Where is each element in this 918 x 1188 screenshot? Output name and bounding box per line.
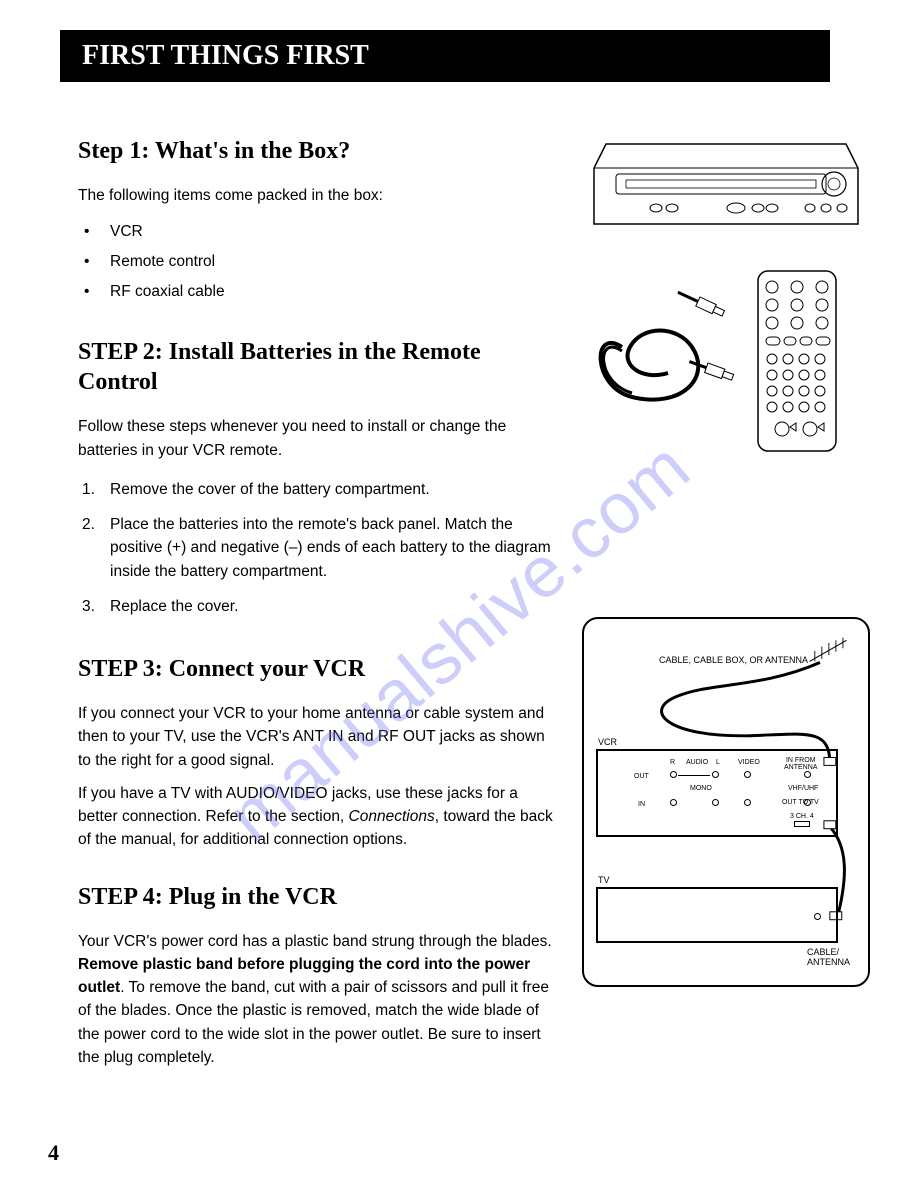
step4-p1c: . To remove the band, cut with a pair of… <box>78 979 549 1066</box>
step1-list: VCR Remote control RF coaxial cable <box>78 217 560 307</box>
step4-p1: Your VCR's power cord has a plastic band… <box>78 930 560 1070</box>
connection-diagram: CABLE, CABLE BOX, OR ANTENNA <box>582 617 870 987</box>
diagram-vcr-label: VCR <box>598 737 617 747</box>
step2-heading: STEP 2: Install Batteries in the Remote … <box>78 337 560 397</box>
jack <box>712 771 719 778</box>
step3-p2: If you have a TV with AUDIO/VIDEO jacks,… <box>78 782 560 852</box>
step3-p2-italic: Connections <box>349 808 435 825</box>
jack-label-outto: OUT TO TV <box>782 799 819 806</box>
diagram-tv-box <box>596 887 838 943</box>
section-banner: FIRST THINGS FIRST <box>60 30 830 82</box>
step3-heading: STEP 3: Connect your VCR <box>78 654 560 684</box>
list-item: VCR <box>78 217 560 247</box>
page-number: 4 <box>48 1140 59 1166</box>
list-item: Replace the cover. <box>78 589 560 624</box>
jack <box>814 913 821 920</box>
diagram-vcr-box: R AUDIO L VIDEO IN FROM ANTENNA OUT MONO… <box>596 749 838 837</box>
remote-illustration <box>752 267 842 457</box>
list-item: Remote control <box>78 247 560 277</box>
jack-label-out: OUT <box>634 773 649 780</box>
step1-heading: Step 1: What's in the Box? <box>78 136 560 166</box>
jack-label-mono: MONO <box>690 785 712 792</box>
jack-label-ch: 3 CH. 4 <box>790 813 814 820</box>
jack <box>744 771 751 778</box>
jack-label-in: IN <box>638 801 645 808</box>
diagram-top-label: CABLE, CABLE BOX, OR ANTENNA <box>614 655 808 665</box>
ch-switch <box>794 821 810 827</box>
jack-label-l: L <box>716 759 720 766</box>
jack-label-infrom: IN FROM ANTENNA <box>784 757 817 771</box>
step1-intro: The following items come packed in the b… <box>78 184 560 207</box>
step2-intro: Follow these steps whenever you need to … <box>78 415 560 462</box>
list-item: Remove the cover of the battery compartm… <box>78 472 560 507</box>
antenna-icon <box>806 635 850 665</box>
diagram-cable-antenna-label: CABLE/ ANTENNA <box>807 947 850 967</box>
step4-heading: STEP 4: Plug in the VCR <box>78 882 560 912</box>
jack-label-audio: AUDIO <box>686 759 708 766</box>
step2-list: Remove the cover of the battery compartm… <box>78 472 560 624</box>
jack <box>670 771 677 778</box>
jack <box>712 799 719 806</box>
list-item: Place the batteries into the remote's ba… <box>78 507 560 589</box>
step4-p1a: Your VCR's power cord has a plastic band… <box>78 933 552 950</box>
jack-label-vhfuhf: VHF/UHF <box>788 785 818 792</box>
step3-p1: If you connect your VCR to your home ant… <box>78 702 560 772</box>
jack <box>744 799 751 806</box>
diagram-tv-label: TV <box>598 875 610 885</box>
jack <box>670 799 677 806</box>
jack-label-video: VIDEO <box>738 759 760 766</box>
jack <box>804 771 811 778</box>
cable-illustration <box>582 267 742 437</box>
vcr-illustration <box>582 130 870 240</box>
list-item: RF coaxial cable <box>78 277 560 307</box>
jack-label-r: R <box>670 759 675 766</box>
